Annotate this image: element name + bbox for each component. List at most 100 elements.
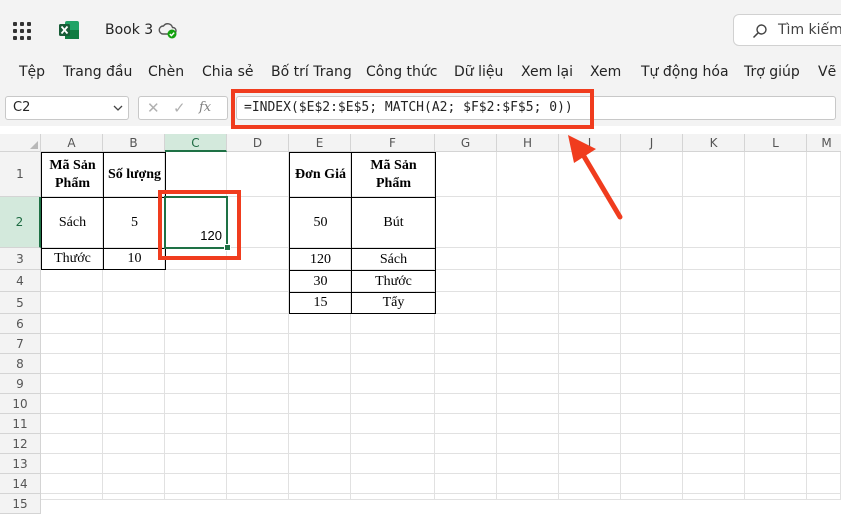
grid-cell[interactable] <box>165 474 227 494</box>
grid-cell[interactable] <box>227 334 289 354</box>
grid-cell[interactable] <box>807 314 841 334</box>
grid-cell[interactable] <box>41 270 103 292</box>
cell-e5[interactable]: 15 <box>289 292 352 314</box>
grid-cell[interactable] <box>807 394 841 414</box>
grid-cell[interactable] <box>497 334 559 354</box>
grid-cell[interactable] <box>41 374 103 394</box>
tab-data[interactable]: Dữ liệu <box>454 64 503 80</box>
grid-cell[interactable] <box>683 454 745 474</box>
grid-cell[interactable] <box>351 374 435 394</box>
grid-cell[interactable] <box>165 434 227 454</box>
grid-cell[interactable] <box>41 314 103 334</box>
grid-cell[interactable] <box>497 454 559 474</box>
grid-cell[interactable] <box>435 270 497 292</box>
grid-cell[interactable] <box>41 394 103 414</box>
column-header-c[interactable]: C <box>165 134 227 152</box>
grid-cell[interactable] <box>683 152 745 197</box>
grid-cell[interactable] <box>103 354 165 374</box>
cell-a2[interactable]: Sách <box>41 197 104 249</box>
grid-cell[interactable] <box>807 354 841 374</box>
row-header-13[interactable]: 13 <box>0 454 41 474</box>
grid-cell[interactable] <box>621 334 683 354</box>
grid-cell[interactable] <box>559 474 621 494</box>
grid-cell[interactable] <box>497 197 559 248</box>
grid-cell[interactable] <box>165 354 227 374</box>
tab-review[interactable]: Xem lại <box>521 64 573 80</box>
grid-cell[interactable] <box>103 434 165 454</box>
grid-cell[interactable] <box>559 248 621 270</box>
grid-cell[interactable] <box>351 434 435 454</box>
grid-cell[interactable] <box>227 474 289 494</box>
column-header-e[interactable]: E <box>289 134 351 152</box>
grid-cell[interactable] <box>289 434 351 454</box>
row-header-10[interactable]: 10 <box>0 394 41 414</box>
grid-cell[interactable] <box>745 152 807 197</box>
grid-cell[interactable] <box>41 474 103 494</box>
grid-cell[interactable] <box>683 248 745 270</box>
grid-cell[interactable] <box>41 354 103 374</box>
grid-cell[interactable] <box>289 454 351 474</box>
grid-cell[interactable] <box>497 414 559 434</box>
grid-cell[interactable] <box>683 474 745 494</box>
grid-cell[interactable] <box>559 414 621 434</box>
name-box[interactable]: C2 <box>5 96 129 120</box>
grid-cell[interactable] <box>41 292 103 314</box>
column-header-f[interactable]: F <box>351 134 435 152</box>
grid-cell[interactable] <box>745 197 807 248</box>
grid-cell[interactable] <box>497 394 559 414</box>
cell-e3[interactable]: 120 <box>289 248 352 271</box>
grid-cell[interactable] <box>227 454 289 474</box>
grid-cell[interactable] <box>227 354 289 374</box>
grid-cell[interactable] <box>435 394 497 414</box>
grid-cell[interactable] <box>435 152 497 197</box>
grid-cell[interactable] <box>289 494 351 500</box>
grid-cell[interactable] <box>621 454 683 474</box>
grid-cell[interactable] <box>683 374 745 394</box>
row-header-14[interactable]: 14 <box>0 474 41 494</box>
grid-cell[interactable] <box>497 314 559 334</box>
grid-cell[interactable] <box>745 434 807 454</box>
grid-cell[interactable] <box>683 334 745 354</box>
grid-cell[interactable] <box>683 197 745 248</box>
grid-cell[interactable] <box>807 334 841 354</box>
tab-view[interactable]: Xem <box>590 64 621 80</box>
grid-cell[interactable] <box>351 394 435 414</box>
grid-cell[interactable] <box>435 354 497 374</box>
grid-cell[interactable] <box>497 434 559 454</box>
column-header-d[interactable]: D <box>227 134 289 152</box>
row-header-15[interactable]: 15 <box>0 494 41 514</box>
grid-cell[interactable] <box>351 334 435 354</box>
grid-cell[interactable] <box>227 374 289 394</box>
select-all-button[interactable] <box>0 134 41 152</box>
grid-cell[interactable] <box>497 292 559 314</box>
grid-cell[interactable] <box>289 474 351 494</box>
chevron-down-icon[interactable] <box>113 103 123 113</box>
grid-cell[interactable] <box>103 394 165 414</box>
grid-cell[interactable] <box>435 474 497 494</box>
tab-page-layout[interactable]: Bố trí Trang <box>271 64 352 80</box>
grid-cell[interactable] <box>621 494 683 500</box>
tab-share[interactable]: Chia sẻ <box>202 64 253 80</box>
row-header-5[interactable]: 5 <box>0 292 41 314</box>
grid-cell[interactable] <box>621 314 683 334</box>
grid-cell[interactable] <box>621 434 683 454</box>
grid-cell[interactable] <box>435 374 497 394</box>
grid-cell[interactable] <box>227 434 289 454</box>
grid-cell[interactable] <box>807 270 841 292</box>
grid-cell[interactable] <box>227 394 289 414</box>
column-header-a[interactable]: A <box>41 134 103 152</box>
tab-insert[interactable]: Chèn <box>148 64 184 80</box>
cell-e2[interactable]: 50 <box>289 197 352 249</box>
grid-cell[interactable] <box>435 494 497 500</box>
column-header-h[interactable]: H <box>497 134 559 152</box>
tab-automate[interactable]: Tự động hóa <box>641 64 729 80</box>
grid-cell[interactable] <box>683 270 745 292</box>
grid-cell[interactable] <box>165 414 227 434</box>
grid-cell[interactable] <box>497 474 559 494</box>
grid-cell[interactable] <box>745 494 807 500</box>
grid-cell[interactable] <box>745 474 807 494</box>
grid-cell[interactable] <box>745 248 807 270</box>
search-box[interactable]: Tìm kiếm ( <box>733 14 841 46</box>
grid-cell[interactable] <box>435 434 497 454</box>
grid-cell[interactable] <box>103 314 165 334</box>
